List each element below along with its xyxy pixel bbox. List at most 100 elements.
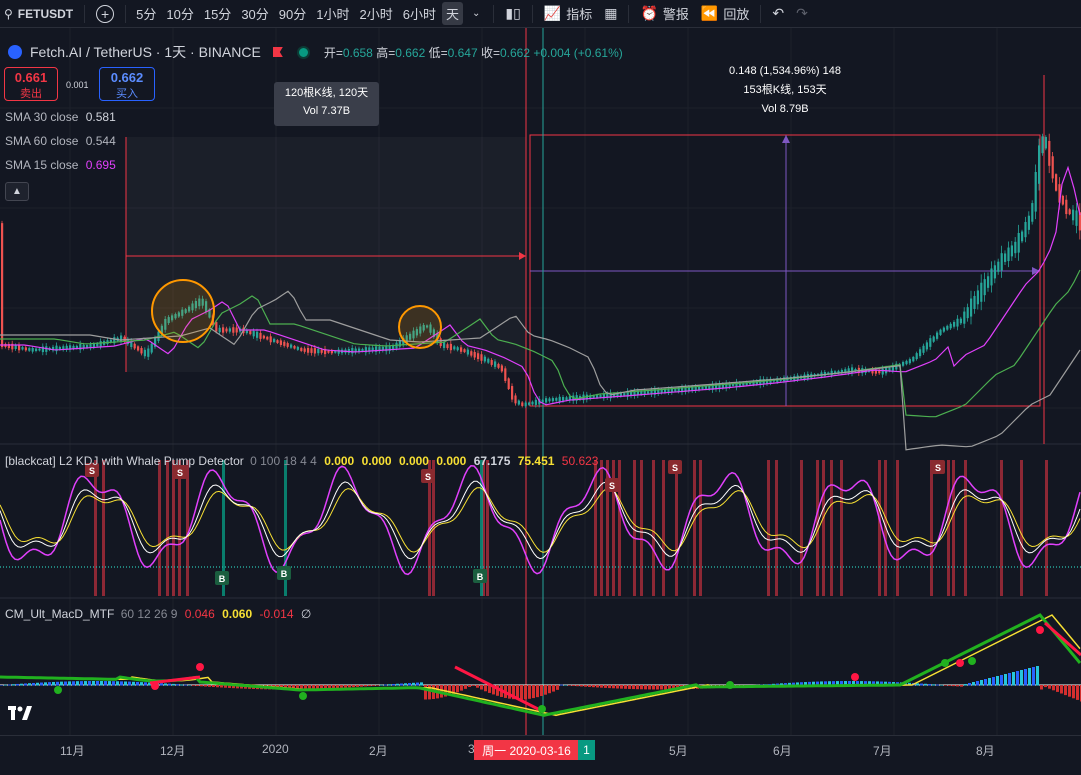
macd-hist-bar — [0, 685, 3, 686]
candle-body — [351, 348, 354, 354]
replay-button[interactable]: ⏪ 回放 — [695, 4, 755, 23]
candle-body — [534, 399, 537, 405]
kdj-legend[interactable]: [blackcat] L2 KDJ with Whale Pump Detect… — [5, 454, 598, 468]
macd-hist-bar — [416, 682, 419, 686]
macd-hist-bar — [400, 683, 403, 686]
macd-legend[interactable]: CM_Ult_MacD_MTF 60 12 26 9 0.046 0.060 -… — [5, 607, 311, 621]
candle-body — [1034, 171, 1037, 212]
macd-hist-bar — [20, 683, 23, 686]
open-key: 开= — [323, 45, 343, 60]
macd-hist-bar — [364, 685, 367, 687]
chevron-up-icon: ▲ — [12, 186, 22, 197]
candle-body — [1007, 247, 1010, 262]
interval-5[interactable]: 1小时 — [312, 2, 353, 25]
candle-body — [262, 335, 265, 339]
replay-label: 回放 — [723, 7, 750, 22]
sma30-legend[interactable]: SMA 30 close 0.581 — [5, 110, 116, 124]
macd-hist-bar — [612, 685, 615, 689]
chart-svg[interactable]: B B BS S SSS S — [0, 28, 1081, 735]
macd-hist-bar — [188, 684, 191, 686]
macd-hist-bar — [44, 682, 47, 686]
candle-body — [283, 341, 286, 346]
kdj-value: 0.000 — [361, 454, 392, 468]
interval-3[interactable]: 30分 — [237, 2, 272, 25]
interval-7[interactable]: 6小时 — [399, 2, 440, 25]
interval-4[interactable]: 90分 — [275, 2, 310, 25]
tradingview-logo[interactable] — [8, 704, 32, 725]
buy-button[interactable]: 0.662 买入 — [99, 67, 155, 101]
interval-6[interactable]: 2小时 — [355, 2, 396, 25]
macd-hist-bar — [556, 685, 559, 690]
candle-body — [497, 363, 500, 368]
alert-button[interactable]: ⏰ 警报 — [634, 4, 694, 23]
macd-hist-bar — [648, 685, 651, 690]
candle-body — [143, 349, 146, 357]
candle-body — [463, 349, 466, 353]
collapse-legend-button[interactable]: ▲ — [5, 182, 29, 201]
candle-body — [252, 330, 255, 337]
macd-hist-bar — [540, 685, 543, 697]
chart-type-button[interactable]: ▮▯ — [499, 5, 526, 22]
macd-hist-bar — [924, 683, 927, 686]
flag-icon[interactable] — [272, 47, 283, 57]
candle-body — [963, 311, 966, 324]
macd-hist-bar — [1036, 666, 1039, 686]
pump-bar — [172, 460, 175, 596]
macd-hist-bar — [588, 685, 591, 687]
sma60-legend[interactable]: SMA 60 close 0.544 — [5, 134, 116, 148]
candle-body — [1027, 215, 1030, 230]
macd-hist-bar — [68, 681, 71, 686]
time-label: 5月 — [669, 744, 688, 758]
undo-button[interactable]: ↶ — [766, 5, 790, 22]
candle-body — [290, 344, 293, 348]
macd-hist-bar — [944, 685, 947, 686]
candle-body — [1031, 203, 1034, 222]
macd-hist-bar — [916, 683, 919, 686]
macd-hist-bar — [928, 684, 931, 686]
candle-body — [456, 347, 459, 351]
macd-hist-bar — [480, 685, 483, 690]
macd-line — [0, 613, 1081, 717]
sell-marker-text: S — [177, 468, 183, 478]
redo-button[interactable]: ↷ — [790, 5, 814, 22]
symbol-search[interactable]: ⚲ FETUSDT — [0, 7, 79, 21]
sma-value: 0.695 — [85, 158, 116, 172]
interval-8[interactable]: 天 — [441, 2, 463, 25]
macd-hist-bar — [656, 685, 659, 690]
macd-hist-bar — [96, 681, 99, 686]
indicators-button[interactable]: 📈 指标 — [538, 4, 598, 23]
time-label: 11月 — [60, 744, 85, 758]
sma15-legend[interactable]: SMA 15 close 0.695 — [5, 158, 116, 172]
candle-body — [228, 328, 231, 332]
macd-hist-bar — [636, 685, 639, 690]
interval-0[interactable]: 5分 — [132, 2, 160, 25]
legend-title[interactable]: Fetch.AI / TetherUS · 1天 · BINANCE — [30, 42, 261, 62]
candle-body — [959, 318, 962, 324]
candle-body — [18, 345, 21, 351]
candle-body — [137, 346, 140, 351]
interval-1[interactable]: 10分 — [162, 2, 197, 25]
macd-hist-bar — [384, 684, 387, 686]
macd-hist-bar — [952, 685, 955, 687]
macd-hist-bar — [40, 682, 43, 686]
interval-2[interactable]: 15分 — [200, 2, 235, 25]
macd-hist-bar — [160, 683, 163, 686]
chart-canvas[interactable]: BBBSSSSSS — [0, 28, 1081, 735]
chevron-down-icon[interactable]: ⌄ — [472, 8, 480, 19]
macd-hist-bar — [1024, 669, 1027, 686]
candle-body — [1010, 245, 1013, 257]
macd-hist-bar — [220, 685, 223, 688]
layout-button[interactable]: ▦ — [598, 5, 623, 22]
macd-hist-bar — [456, 685, 459, 693]
macd-cross-dot — [54, 686, 62, 694]
pump-bar — [186, 460, 189, 596]
candle-body — [830, 370, 833, 376]
macd-hist-bar — [548, 685, 551, 694]
highlight-circle — [151, 279, 215, 343]
candle-body — [558, 396, 561, 402]
sell-button[interactable]: 0.661 卖出 — [4, 67, 58, 101]
macd-hist-bar — [108, 681, 111, 686]
add-symbol-button[interactable]: + — [96, 4, 115, 23]
candle-body — [504, 368, 507, 381]
time-axis[interactable]: 11月 12月 2020 2月 3 5月 6月 7月 8月 周一 2020-03-16 1 — [0, 735, 1081, 775]
